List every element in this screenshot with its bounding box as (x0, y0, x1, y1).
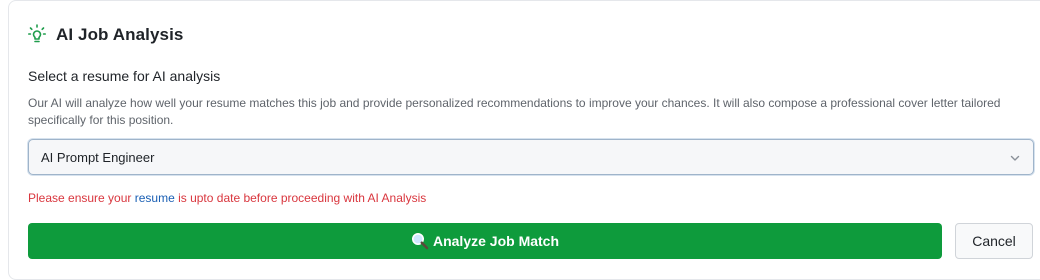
analysis-description: Our AI will analyze how well your resume… (28, 96, 1001, 127)
resume-warning: Please ensure your resume is upto date b… (28, 191, 426, 205)
chevron-down-icon (1009, 151, 1021, 163)
analyze-button-label: Analyze Job Match (432, 233, 560, 249)
resume-select-value: AI Prompt Engineer (41, 149, 155, 165)
resume-link[interactable]: resume (135, 191, 175, 205)
warning-suffix: is upto date before proceeding with AI A… (174, 191, 427, 205)
lightbulb-icon (28, 24, 47, 46)
resume-select-label: Select a resume for AI analysis (28, 68, 221, 84)
analyze-job-match-button[interactable]: Analyze Job Match (28, 223, 942, 259)
magnifier-icon (411, 232, 429, 250)
resume-select[interactable]: AI Prompt Engineer (28, 139, 1034, 175)
warning-prefix: Please ensure your (28, 191, 135, 205)
card-header: AI Job Analysis (28, 24, 183, 46)
cancel-button[interactable]: Cancel (955, 223, 1033, 259)
card-title: AI Job Analysis (56, 25, 184, 44)
